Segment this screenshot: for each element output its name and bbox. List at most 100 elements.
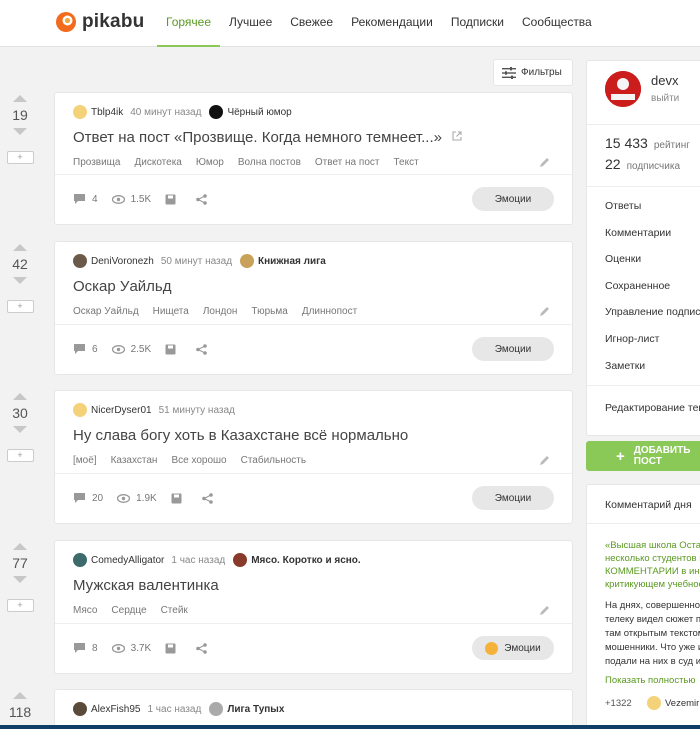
post-title[interactable]: Оскар Уайльд [73, 278, 171, 295]
upvote-icon[interactable] [13, 543, 27, 550]
menu-comments[interactable]: Комментарии [605, 227, 671, 239]
nav-fresh[interactable]: Свежее [281, 0, 342, 47]
post-time: 51 минуту назад [158, 404, 235, 416]
menu-saved[interactable]: Сохраненное [605, 280, 670, 292]
emotions-button[interactable]: Эмоции [472, 187, 554, 211]
tag[interactable]: Волна постов [238, 157, 301, 168]
logout-link[interactable]: выйти [651, 93, 679, 104]
tag[interactable]: Длиннопост [302, 306, 357, 317]
tag[interactable]: Нищета [153, 306, 189, 317]
save-plus-button[interactable]: + [6, 300, 34, 313]
tag[interactable]: Тюрьма [251, 306, 287, 317]
profile-username[interactable]: devx [651, 73, 678, 88]
post-community[interactable]: Чёрный юмор [227, 107, 291, 118]
post-community[interactable]: Лига Тупых [227, 704, 284, 715]
save-button[interactable] [165, 194, 182, 205]
tag[interactable]: Все хорошо [171, 455, 226, 466]
edit-pencil-icon[interactable] [539, 306, 550, 317]
save-plus-button[interactable]: + [6, 599, 34, 612]
downvote-icon[interactable] [13, 576, 27, 583]
menu-ratings[interactable]: Оценки [605, 253, 641, 265]
upvote-icon[interactable] [13, 393, 27, 400]
tag[interactable]: Дискотека [134, 157, 181, 168]
post-meta: Tblp4ik 40 минут назад Чёрный юмор [73, 105, 292, 119]
comments-button[interactable]: 8 [73, 642, 98, 654]
comment-post-link[interactable]: «Высшая школа Остапа несколько студентов… [605, 539, 700, 591]
tag[interactable]: Казахстан [111, 455, 158, 466]
share-button[interactable] [201, 492, 219, 504]
downvote-icon[interactable] [13, 277, 27, 284]
tag[interactable]: Стейк [161, 605, 188, 616]
menu-edit-themes[interactable]: Редактирование тем [605, 402, 700, 414]
edit-pencil-icon[interactable] [539, 157, 550, 168]
downvote-icon[interactable] [13, 426, 27, 433]
tag[interactable]: Прозвища [73, 157, 120, 168]
comments-button[interactable]: 6 [73, 343, 98, 355]
emotions-button[interactable]: Эмоции [472, 486, 554, 510]
save-plus-button[interactable]: + [6, 151, 34, 164]
save-button[interactable] [171, 493, 188, 504]
upvote-icon[interactable] [13, 692, 27, 699]
tag[interactable]: Лондон [203, 306, 238, 317]
filters-button[interactable]: Фильтры [493, 59, 573, 86]
author-avatar[interactable] [73, 403, 87, 417]
author-avatar[interactable] [73, 553, 87, 567]
share-button[interactable] [196, 193, 213, 205]
post-author[interactable]: AlexFish95 [91, 704, 140, 715]
post-title[interactable]: Ответ на пост «Прозвище. Когда немного т… [73, 129, 462, 146]
save-button[interactable] [165, 643, 182, 654]
tag[interactable]: Текст [393, 157, 418, 168]
upvote-icon[interactable] [13, 95, 27, 102]
community-avatar[interactable] [240, 254, 255, 268]
tag[interactable]: [моё] [73, 455, 97, 466]
post-author[interactable]: ComedyAlligator [91, 555, 164, 566]
author-avatar[interactable] [73, 254, 87, 268]
emotions-button[interactable]: Эмоции [472, 337, 554, 361]
share-button[interactable] [196, 343, 213, 355]
tag[interactable]: Оскар Уайльд [73, 306, 139, 317]
post-title[interactable]: Ну слава богу хоть в Казахстане всё норм… [73, 427, 408, 444]
upvote-icon[interactable] [13, 244, 27, 251]
nav-communities[interactable]: Сообщества [513, 0, 601, 47]
nav-best[interactable]: Лучшее [220, 0, 281, 47]
comments-button[interactable]: 4 [73, 193, 98, 205]
tag[interactable]: Сердце [111, 605, 146, 616]
menu-notes[interactable]: Заметки [605, 360, 645, 372]
menu-ignore-list[interactable]: Игнор-лист [605, 333, 659, 345]
downvote-icon[interactable] [13, 128, 27, 135]
post-community[interactable]: Книжная лига [258, 256, 326, 267]
add-post-button[interactable]: + ДОБАВИТЬ ПОСТ [586, 441, 700, 471]
comment-author[interactable]: Vezemir [647, 696, 699, 710]
post-community[interactable]: Мясо. Коротко и ясно. [251, 555, 360, 566]
footer-actions: 20 1.9K [73, 492, 233, 504]
community-avatar[interactable] [233, 553, 248, 567]
nav-recommendations[interactable]: Рекомендации [342, 0, 442, 47]
comments-button[interactable]: 20 [73, 492, 103, 504]
share-button[interactable] [196, 642, 213, 654]
post-author[interactable]: DeniVoronezh [91, 256, 154, 267]
save-button[interactable] [165, 344, 182, 355]
subscribers-stat[interactable]: 22 подписчика [605, 156, 680, 172]
author-avatar[interactable] [73, 105, 87, 119]
nav-hot[interactable]: Горячее [157, 0, 221, 47]
show-full-link[interactable]: Показать полностью [605, 675, 696, 686]
nav-subscriptions[interactable]: Подписки [442, 0, 513, 47]
pikabu-logo[interactable]: pikabu [55, 11, 144, 33]
edit-pencil-icon[interactable] [539, 455, 550, 466]
tag[interactable]: Мясо [73, 605, 97, 616]
post-author[interactable]: NicerDyser01 [91, 405, 152, 416]
author-avatar[interactable] [73, 702, 87, 716]
tag[interactable]: Юмор [196, 157, 224, 168]
community-avatar[interactable] [209, 105, 224, 119]
community-avatar[interactable] [209, 702, 224, 716]
post-author[interactable]: Tblp4ik [91, 107, 123, 118]
menu-answers[interactable]: Ответы [605, 200, 641, 212]
profile-avatar[interactable] [605, 71, 641, 107]
tag[interactable]: Ответ на пост [315, 157, 380, 168]
post-title[interactable]: Мужская валентинка [73, 577, 219, 594]
emotions-button[interactable]: Эмоции [472, 636, 554, 660]
tag[interactable]: Стабильность [241, 455, 306, 466]
edit-pencil-icon[interactable] [539, 605, 550, 616]
menu-manage-subscriptions[interactable]: Управление подписками [605, 306, 700, 318]
save-plus-button[interactable]: + [6, 449, 34, 462]
